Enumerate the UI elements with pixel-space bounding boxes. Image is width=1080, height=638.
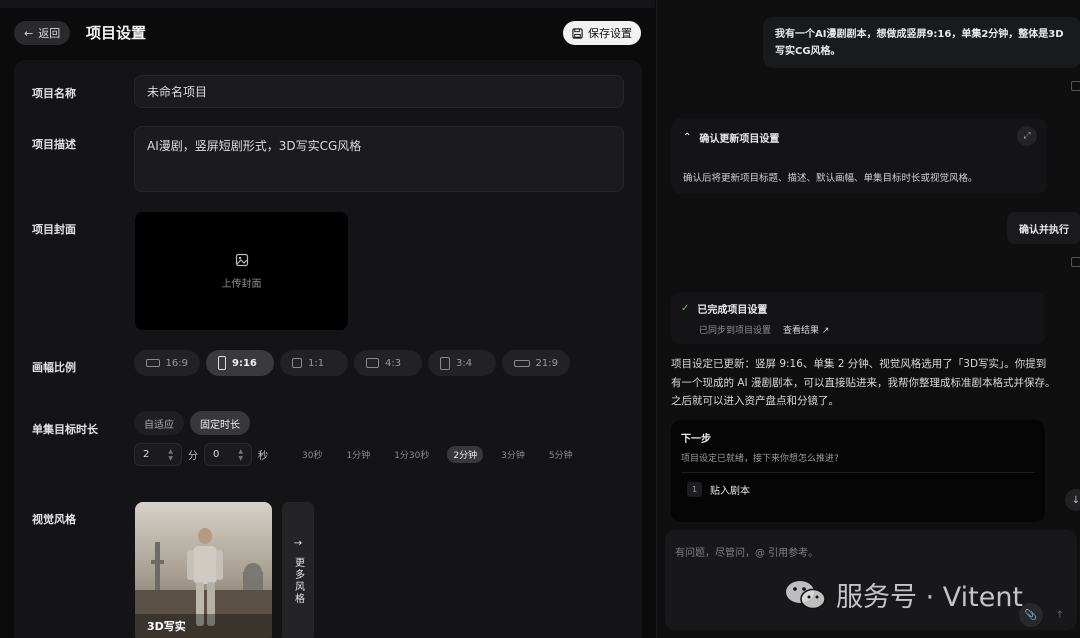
completed-card: ✓ 已完成项目设置 已同步到项目设置 查看结果 ↗ [671,292,1045,344]
quick-2min[interactable]: 2分钟 [447,446,484,463]
assistant-reply: 项目设定已更新：竖屏 9:16、单集 2 分钟、视觉风格选用了「3D写实」。你提… [671,358,1056,407]
project-cover-label: 项目封面 [32,223,76,236]
ratio-option-21-9[interactable]: 21:9 [502,350,570,376]
visual-style-label: 视觉风格 [32,513,76,526]
duration-inputs: 2 ▲ ▼ 分 0 ▲ ▼ 秒 30秒 1分钟 1分30秒 2分钟 3分钟 5分钟 [134,443,579,466]
user-message: 我有一个AI漫剧剧本，想做成竖屏9:16，单集2分钟，整体是3D写实CG风格。 [763,17,1080,68]
minutes-value: 2 [143,449,150,460]
send-icon[interactable]: ↑ [1049,603,1071,627]
view-result-link[interactable]: 查看结果 ↗ [783,323,829,336]
watermark-text: 服务号 · Vitent [836,582,1024,613]
next-step-title: 下一步 [681,434,711,445]
expand-icon[interactable]: ⤢ [1017,126,1037,146]
ratio-option-1-1[interactable]: 1:1 [280,350,348,376]
quick-30s[interactable]: 30秒 [296,446,328,463]
settings-card: 项目名称 未命名项目 项目描述 AI漫剧，竖屏短剧形式，3D写实CG风格 项目封… [14,60,642,638]
ratio-option-9-16[interactable]: 9:16 [206,350,274,376]
more-styles-button[interactable]: → 更多风格 [282,502,314,638]
quick-5min[interactable]: 5分钟 [543,446,579,463]
scroll-down-button[interactable]: ↓ [1065,489,1080,511]
ratio-label: 16:9 [165,357,188,369]
top-bar [0,0,655,8]
duration-mode-toggle: 自适应 固定时长 [134,411,250,435]
save-icon [572,27,583,39]
page-title: 项目设置 [86,24,147,42]
confirm-card-title: 确认更新项目设置 [699,134,780,145]
ratio-option-3-4[interactable]: 3:4 [428,350,496,376]
project-desc-textarea[interactable]: AI漫剧，竖屏短剧形式，3D写实CG风格 [134,126,624,192]
check-icon: ✓ [681,303,690,314]
confirm-execute-button[interactable]: 确认并执行 [1007,212,1080,244]
back-button[interactable]: ← 返回 [14,21,71,45]
ratio-label: 3:4 [456,357,473,369]
seconds-value: 0 [213,449,220,460]
option-number: 1 [687,482,702,497]
settings-panel: ← 返回 项目设置 保存设置 项目名称 未命名项目 项目描述 AI漫剧，竖屏短剧… [0,0,655,638]
ratio-label: 9:16 [232,357,257,369]
done-sub-row: 已同步到项目设置 查看结果 ↗ [699,323,829,336]
next-step-sub: 项目设定已就绪，接下来你想怎么推进? [681,454,839,464]
ratio-label: 4:3 [385,357,402,369]
wechat-logo-icon [784,578,828,612]
copy-icon[interactable] [1071,81,1080,91]
minutes-stepper[interactable]: 2 ▲ ▼ [134,443,182,466]
quick-1min30s[interactable]: 1分30秒 [388,446,435,463]
ratio-label: 21:9 [535,357,558,369]
ratio-portrait-icon [440,356,450,370]
mode-fixed[interactable]: 固定时长 [190,411,250,435]
ratio-option-4-3[interactable]: 4:3 [354,350,422,376]
ratio-wide-icon [514,359,530,367]
arrow-right-icon: → [293,538,303,549]
arrow-left-icon: ← [24,26,34,40]
confirm-card-desc: 确认后将更新项目标题、描述、默认画幅、单集目标时长或视觉风格。 [683,173,978,184]
chevron-up-icon: ⌃ [683,132,692,143]
project-desc-value: AI漫剧，竖屏短剧形式，3D写实CG风格 [147,139,362,153]
save-settings-button[interactable]: 保存设置 [563,21,641,45]
confirm-card-header[interactable]: ⌃ 确认更新项目设置 [683,130,779,145]
ratio-label: 1:1 [308,357,325,369]
seconds-unit: 秒 [258,451,268,462]
option-label: 贴入剧本 [710,486,750,497]
project-desc-label: 项目描述 [32,138,76,151]
aspect-ratio-options: 16:9 9:16 1:1 4:3 3:4 21:9 [134,350,570,376]
project-name-label: 项目名称 [32,87,76,100]
duration-label: 单集目标时长 [32,423,98,436]
confirm-update-card: ⌃ 确认更新项目设置 ⤢ 确认后将更新项目标题、描述、默认画幅、单集目标时长或视… [671,118,1047,194]
done-header: ✓ 已完成项目设置 [681,301,767,316]
done-sub: 已同步到项目设置 [699,326,772,336]
project-name-input[interactable]: 未命名项目 [134,75,624,108]
back-label: 返回 [38,27,61,40]
quick-3min[interactable]: 3分钟 [495,446,531,463]
save-label: 保存设置 [588,27,632,40]
ratio-option-16-9[interactable]: 16:9 [134,350,200,376]
stepper-arrows-icon[interactable]: ▲ ▼ [238,448,243,462]
app-window: ← 返回 项目设置 保存设置 项目名称 未命名项目 项目描述 AI漫剧，竖屏短剧… [0,0,1080,638]
quick-1min[interactable]: 1分钟 [340,446,376,463]
mode-adaptive[interactable]: 自适应 [134,411,184,435]
style-name: 3D写实 [147,620,186,633]
copy-icon[interactable] [1071,257,1080,267]
style-card-3d-realistic[interactable]: 3D写实 [135,502,272,638]
cover-upload[interactable]: 上传封面 [135,212,348,330]
project-name-value: 未命名项目 [147,85,208,99]
done-title: 已完成项目设置 [697,305,768,316]
chat-input[interactable]: 有问题，尽管问，@ 引用参考。 [675,544,818,559]
more-styles-label: 更多风格 [292,557,304,605]
watermark: 服务号 · Vitent [784,575,1023,614]
ratio-square-icon [292,358,302,368]
ratio-portrait-icon [218,356,226,370]
minutes-unit: 分 [188,451,198,462]
next-option-paste-script[interactable]: 1 贴入剧本 [681,472,1035,506]
aspect-ratio-label: 画幅比例 [32,361,76,374]
stepper-arrows-icon[interactable]: ▲ ▼ [168,448,173,462]
image-upload-icon [235,253,248,266]
ratio-landscape-icon [366,358,379,368]
next-step-card: 下一步 项目设定已就绪，接下来你想怎么推进? 1 贴入剧本 [671,420,1045,522]
cover-upload-label: 上传封面 [221,278,262,290]
ratio-landscape-icon [146,359,160,367]
assistant-chat-panel: 我有一个AI漫剧剧本，想做成竖屏9:16，单集2分钟，整体是3D写实CG风格。 … [656,0,1080,638]
seconds-stepper[interactable]: 0 ▲ ▼ [204,443,252,466]
